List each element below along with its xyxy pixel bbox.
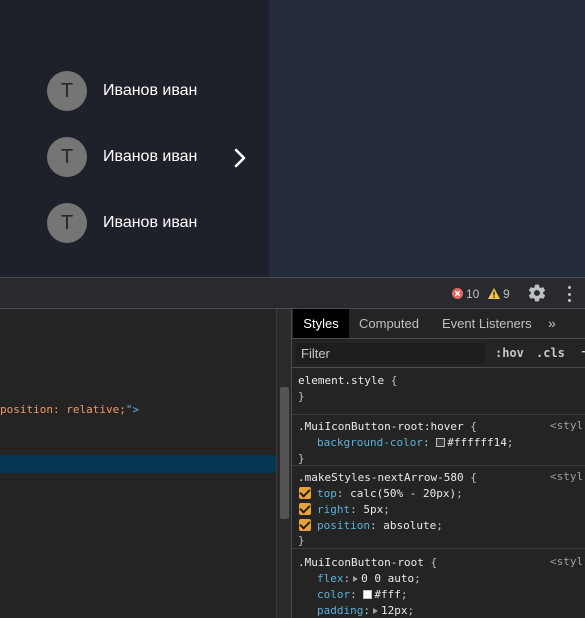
property-name[interactable]: flex bbox=[317, 572, 344, 585]
styles-sidebar: Styles Computed Event Listeners » :hov .… bbox=[291, 309, 585, 618]
rule-close-brace: } bbox=[298, 390, 305, 403]
property-name[interactable]: background-color bbox=[317, 436, 423, 449]
next-arrow-button[interactable] bbox=[226, 142, 254, 174]
new-rule-button[interactable]: + bbox=[580, 342, 585, 362]
property-value[interactable]: calc(50% - 20px) bbox=[350, 487, 456, 500]
rule-selector[interactable]: .MuiIconButton-root bbox=[298, 556, 424, 569]
user-list-item[interactable]: T Иванов иван bbox=[47, 203, 197, 243]
user-list-panel: T Иванов иван T Иванов иван T Иванов ива… bbox=[0, 0, 269, 277]
tab-overflow-button[interactable]: » bbox=[548, 309, 556, 338]
user-list-item[interactable]: T Иванов иван bbox=[47, 137, 197, 177]
user-name: Иванов иван bbox=[103, 148, 198, 165]
selected-dom-node[interactable] bbox=[0, 455, 276, 473]
property-checkbox[interactable] bbox=[299, 519, 311, 531]
avatar: T bbox=[47, 137, 87, 177]
rule-open-brace: { bbox=[430, 556, 438, 569]
property-value[interactable]: #fff bbox=[374, 588, 401, 601]
elements-tree-panel: position: relative;"> bbox=[0, 309, 291, 618]
error-circle-icon bbox=[452, 288, 463, 299]
css-rule-hover: .MuiIconButton-root:hover { <styl backgr… bbox=[292, 415, 585, 466]
kebab-menu-icon[interactable] bbox=[563, 284, 575, 304]
css-rule-icon-button-root: .MuiIconButton-root { <styl flex: 0 0 aut… bbox=[298, 555, 584, 617]
class-toggle[interactable]: .cls bbox=[536, 346, 565, 360]
errors-counter[interactable]: 10 bbox=[452, 286, 479, 301]
expand-triangle-icon[interactable] bbox=[353, 576, 359, 582]
attr-value-fragment: position: relative; bbox=[0, 403, 126, 416]
rule-close-brace: } bbox=[298, 452, 305, 465]
rule-open-brace: { bbox=[470, 471, 477, 484]
property-name[interactable]: right bbox=[317, 503, 350, 516]
property-name[interactable]: top bbox=[317, 487, 337, 500]
property-value[interactable]: 0 0 auto bbox=[361, 572, 414, 585]
expand-triangle-icon[interactable] bbox=[372, 608, 378, 614]
css-rule-element-style: element.style { } bbox=[292, 368, 585, 415]
rule-selector[interactable]: element.style bbox=[298, 374, 384, 387]
color-swatch[interactable] bbox=[436, 438, 446, 447]
property-checkbox[interactable] bbox=[299, 487, 311, 499]
color-swatch[interactable] bbox=[363, 590, 373, 599]
scrollbar-thumb[interactable] bbox=[280, 387, 289, 519]
property-value[interactable]: 5px bbox=[363, 503, 383, 516]
elements-scrollbar[interactable] bbox=[276, 309, 291, 618]
avatar: T bbox=[47, 71, 87, 111]
rule-open-brace: { bbox=[470, 420, 477, 433]
rule-selector[interactable]: .MuiIconButton-root:hover bbox=[298, 420, 464, 433]
property-value[interactable]: 12px bbox=[381, 604, 408, 617]
chevron-right-icon bbox=[234, 148, 246, 168]
gear-icon[interactable] bbox=[527, 283, 547, 303]
warning-triangle-icon bbox=[488, 288, 500, 299]
rule-source-link[interactable]: <styl bbox=[550, 419, 583, 432]
styles-filter-row: :hov .cls + bbox=[292, 339, 585, 368]
styles-filter-input[interactable] bbox=[296, 343, 485, 364]
user-name: Иванов иван bbox=[103, 82, 198, 99]
devtools-toolbar: 10 9 bbox=[0, 278, 585, 309]
css-rule-next-arrow: .makeStyles-nextArrow-580 { <styl top: c… bbox=[292, 466, 585, 549]
user-name: Иванов иван bbox=[103, 214, 198, 231]
devtools-panel: 10 9 position: relative;"> Styles Comput… bbox=[0, 277, 585, 618]
errors-count: 10 bbox=[466, 286, 480, 301]
tab-computed[interactable]: Computed bbox=[359, 309, 419, 338]
tab-event-listeners[interactable]: Event Listeners bbox=[442, 309, 532, 338]
property-name[interactable]: position bbox=[317, 519, 370, 532]
property-value[interactable]: #ffffff14 bbox=[447, 436, 507, 449]
user-list-item[interactable]: T Иванов иван bbox=[47, 71, 197, 111]
hover-state-toggle[interactable]: :hov bbox=[495, 346, 524, 360]
warnings-count: 9 bbox=[503, 286, 510, 301]
content-panel bbox=[269, 0, 585, 277]
rule-selector[interactable]: .makeStyles-nextArrow-580 bbox=[298, 471, 464, 484]
property-value[interactable]: absolute bbox=[383, 519, 436, 532]
avatar: T bbox=[47, 203, 87, 243]
tab-styles[interactable]: Styles bbox=[293, 309, 349, 338]
warnings-counter[interactable]: 9 bbox=[488, 286, 510, 301]
rule-source-link[interactable]: <styl bbox=[550, 470, 583, 483]
styles-tab-bar: Styles Computed Event Listeners » bbox=[292, 309, 585, 339]
property-name[interactable]: color bbox=[317, 588, 350, 601]
property-checkbox[interactable] bbox=[299, 503, 311, 515]
tag-end: "> bbox=[125, 403, 140, 416]
rule-close-brace: } bbox=[298, 534, 305, 547]
dom-node-line[interactable]: position: relative;"> bbox=[0, 403, 139, 416]
property-name[interactable]: padding bbox=[317, 604, 363, 617]
app-viewport: T Иванов иван T Иванов иван T Иванов ива… bbox=[0, 0, 585, 277]
rule-open-brace: { bbox=[390, 374, 398, 387]
rule-source-link[interactable]: <styl bbox=[550, 555, 583, 568]
